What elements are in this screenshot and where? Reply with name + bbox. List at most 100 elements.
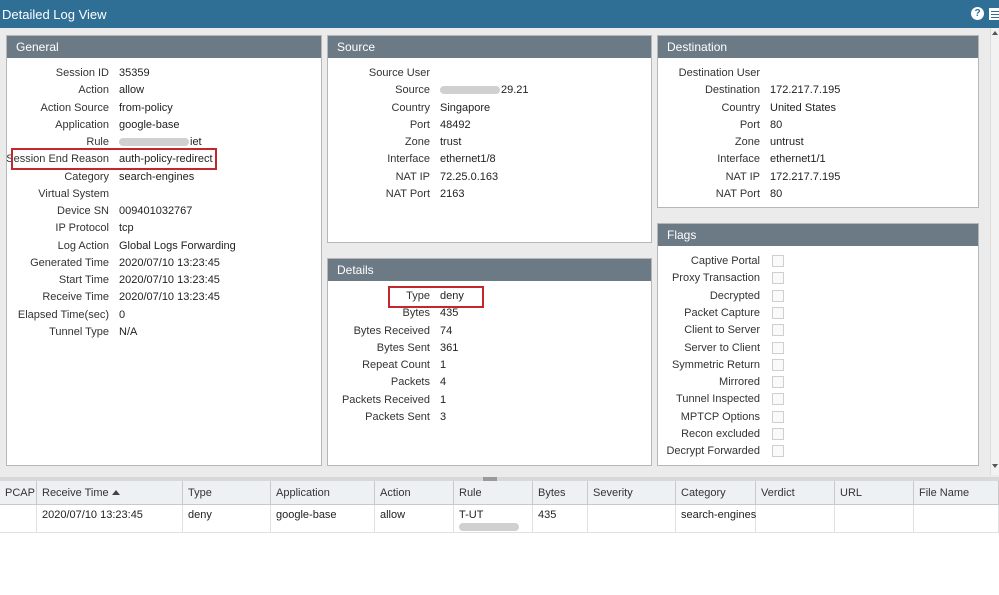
general-value-log-action: Global Logs Forwarding bbox=[119, 238, 236, 255]
highlight-type bbox=[388, 286, 484, 308]
scroll-up-arrow-icon[interactable] bbox=[992, 31, 998, 35]
general-value-device-sn: 009401032767 bbox=[119, 203, 192, 220]
flag-checkbox-decrypt-forwarded[interactable] bbox=[772, 445, 784, 458]
redacted-mask bbox=[119, 138, 189, 147]
column-header-severity[interactable]: Severity bbox=[588, 481, 676, 505]
column-header-bytes[interactable]: Bytes bbox=[533, 481, 588, 505]
general-label-generated-time: Generated Time bbox=[30, 256, 109, 269]
column-header-pcap[interactable]: PCAP bbox=[0, 481, 37, 505]
general-value-text: tcp bbox=[119, 222, 134, 235]
details-value-text: 74 bbox=[440, 324, 453, 337]
destination-row-zone: Zone untrust bbox=[658, 134, 978, 151]
details-label-packets-sent: Packets Sent bbox=[365, 410, 430, 423]
flag-label-symmetric-return: Symmetric Return bbox=[671, 358, 760, 371]
vertical-scrollbar[interactable] bbox=[990, 28, 999, 475]
destination-label-destination: Destination bbox=[704, 84, 760, 97]
flag-row-packet-capture: Packet Capture bbox=[658, 305, 978, 322]
general-row-start-time: Start Time 2020/07/10 13:23:45 bbox=[7, 272, 321, 289]
column-header-rule[interactable]: Rule bbox=[454, 481, 533, 505]
flag-label-decrypt-forwarded: Decrypt Forwarded bbox=[666, 445, 760, 458]
log-table: PCAP Receive Time Type Application Action Rul… bbox=[0, 481, 999, 595]
flag-checkbox-captive-portal[interactable] bbox=[772, 255, 784, 267]
general-value-text: iet bbox=[190, 136, 202, 148]
general-label-application: Application bbox=[55, 118, 109, 131]
column-header-file-name[interactable]: File Name bbox=[914, 481, 999, 505]
flag-checkbox-recon-excluded[interactable] bbox=[772, 428, 784, 440]
table-cell-application[interactable]: google-base bbox=[271, 505, 375, 533]
flag-checkbox-mirrored[interactable] bbox=[772, 376, 784, 389]
general-row-ip-protocol: IP Protocol tcp bbox=[7, 220, 321, 237]
flag-checkbox-decrypted[interactable] bbox=[772, 289, 784, 302]
flag-row-captive-portal: Captive Portal bbox=[658, 253, 978, 270]
destination-panel: Destination Destination User Destination 1… bbox=[657, 35, 979, 208]
table-cell-file-name[interactable] bbox=[914, 505, 999, 533]
table-cell-bytes[interactable]: 435 bbox=[533, 505, 588, 533]
general-value-text: 35359 bbox=[119, 67, 150, 79]
help-icon[interactable]: ? bbox=[971, 7, 984, 20]
table-cell-type[interactable]: deny bbox=[183, 505, 271, 533]
flag-row-mptcp-options: MPTCP Options bbox=[658, 409, 978, 426]
table-cell-category[interactable]: search-engines bbox=[676, 505, 756, 533]
flag-checkbox-tunnel-inspected[interactable] bbox=[772, 393, 784, 406]
details-value-packets: 4 bbox=[440, 374, 446, 391]
flag-row-decrypt-forwarded: Decrypt Forwarded bbox=[658, 443, 978, 460]
scroll-down-arrow-icon[interactable] bbox=[992, 464, 998, 468]
menu-icon[interactable] bbox=[989, 8, 999, 20]
table-cell-pcap[interactable] bbox=[0, 505, 37, 533]
column-header-type[interactable]: Type bbox=[183, 481, 271, 505]
general-value-application: google-base bbox=[119, 117, 180, 134]
table-cell-text: deny bbox=[188, 509, 212, 521]
table-cell-action[interactable]: allow bbox=[375, 505, 454, 533]
general-value-receive-time: 2020/07/10 13:23:45 bbox=[119, 289, 220, 306]
general-value-category: search-engines bbox=[119, 169, 194, 186]
column-header-url[interactable]: URL bbox=[835, 481, 914, 505]
table-cell-text: google-base bbox=[276, 509, 337, 521]
flag-checkbox-client-to-server[interactable] bbox=[772, 324, 784, 337]
general-row-generated-time: Generated Time 2020/07/10 13:23:45 bbox=[7, 255, 321, 272]
table-cell-url[interactable] bbox=[835, 505, 914, 533]
general-label-start-time: Start Time bbox=[58, 274, 109, 286]
details-value-packets-received: 1 bbox=[440, 392, 446, 409]
column-header-application[interactable]: Application bbox=[271, 481, 375, 505]
flag-label-mirrored: Mirrored bbox=[719, 376, 760, 389]
flag-checkbox-proxy-transaction[interactable] bbox=[772, 272, 784, 285]
column-header-label: File Name bbox=[919, 487, 970, 499]
general-row-tunnel-type: Tunnel Type N/A bbox=[7, 324, 321, 341]
destination-label-zone: Zone bbox=[734, 136, 760, 148]
column-header-action[interactable]: Action bbox=[375, 481, 454, 505]
column-header-label: Action bbox=[380, 487, 411, 499]
general-label-tunnel-type: Tunnel Type bbox=[49, 325, 109, 338]
destination-value-zone: untrust bbox=[770, 134, 804, 151]
details-value-text: 435 bbox=[440, 307, 459, 320]
flag-label-client-to-server: Client to Server bbox=[684, 324, 760, 337]
flag-row-decrypted: Decrypted bbox=[658, 288, 978, 305]
destination-value-nat-ip: 172.217.7.195 bbox=[770, 169, 840, 186]
general-value-action-source: from-policy bbox=[119, 100, 173, 117]
general-label-receive-time: Receive Time bbox=[42, 291, 109, 304]
table-cell-rule[interactable]: T-UT bbox=[454, 505, 533, 533]
flag-row-client-to-server: Client to Server bbox=[658, 322, 978, 339]
sort-ascending-icon[interactable] bbox=[111, 490, 120, 495]
table-cell-severity[interactable] bbox=[588, 505, 676, 533]
details-label-bytes-sent: Bytes Sent bbox=[376, 341, 430, 354]
flag-checkbox-server-to-client[interactable] bbox=[772, 341, 784, 354]
flag-checkbox-mptcp-options[interactable] bbox=[772, 410, 784, 423]
column-header-category[interactable]: Category bbox=[676, 481, 756, 505]
table-cell-verdict[interactable] bbox=[756, 505, 835, 533]
destination-row-port: Port 80 bbox=[658, 117, 978, 134]
details-row-packets: Packets 4 bbox=[328, 374, 651, 391]
general-label-session-id: Session ID bbox=[55, 67, 109, 79]
flag-checkbox-packet-capture[interactable] bbox=[772, 306, 784, 319]
column-header-label: Type bbox=[188, 487, 212, 499]
column-header-receive-time[interactable]: Receive Time bbox=[37, 481, 183, 505]
column-header-label: Category bbox=[681, 487, 726, 499]
general-value-text: N/A bbox=[119, 325, 138, 338]
source-row-zone: Zone trust bbox=[328, 134, 651, 151]
table-cell-receive-time[interactable]: 2020/07/10 13:23:45 bbox=[37, 505, 183, 533]
column-header-verdict[interactable]: Verdict bbox=[756, 481, 835, 505]
flag-label-mptcp-options: MPTCP Options bbox=[680, 410, 760, 423]
flag-row-symmetric-return: Symmetric Return bbox=[658, 357, 978, 374]
source-value-source: 29.21 bbox=[440, 82, 529, 99]
flag-checkbox-symmetric-return[interactable] bbox=[772, 358, 784, 371]
source-row-port: Port 48492 bbox=[328, 117, 651, 134]
